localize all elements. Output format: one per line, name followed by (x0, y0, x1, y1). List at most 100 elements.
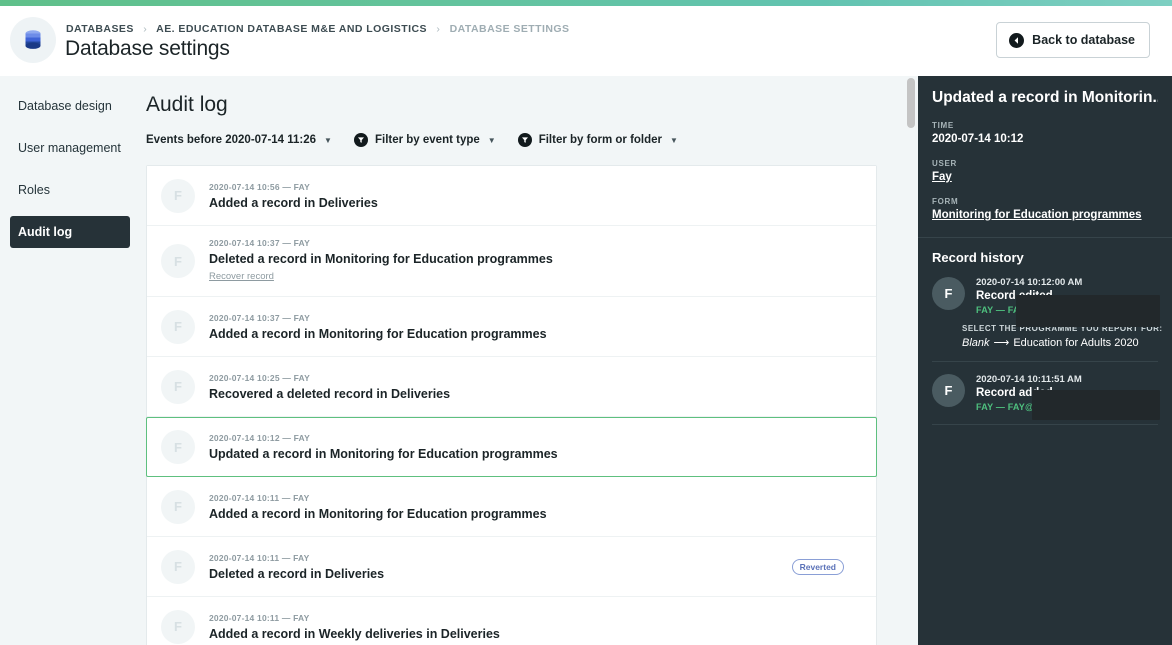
breadcrumb-item-current: DATABASE SETTINGS (449, 23, 570, 35)
sidebar-item-label: User management (18, 141, 121, 155)
back-arrow-icon (1009, 32, 1025, 48)
avatar: F (161, 369, 195, 404)
sidebar-item-database-design[interactable]: Database design (10, 90, 130, 122)
breadcrumb: DATABASES › AE. EDUCATION DATABASE M&E A… (66, 23, 570, 35)
row-event-title: Deleted a record in Deliveries (209, 566, 385, 581)
scrollbar-thumb[interactable] (907, 78, 915, 128)
row-event-title: Added a record in Monitoring for Educati… (209, 326, 547, 341)
avatar: F (161, 609, 195, 644)
avatar: F (161, 309, 195, 344)
field-label: FORM (932, 197, 959, 206)
avatar: F (932, 277, 965, 310)
filter-by-event-type-label: Filter by event type (374, 134, 480, 146)
history-divider (932, 361, 1158, 362)
audit-log-title: Audit log (146, 93, 228, 116)
filter-by-form-or-folder[interactable]: Filter by form or folder ▼ (517, 133, 678, 147)
page-title: Database settings (65, 37, 230, 60)
chevron-down-icon: ▼ (324, 135, 332, 145)
redaction-overlay (1032, 390, 1160, 420)
status-badge: Reverted (791, 558, 844, 575)
row-timestamp-user: 2020-07-14 10:37 — FAY (209, 238, 310, 248)
detail-field-user: USER Fay (932, 159, 1158, 183)
panel-divider (918, 237, 1172, 238)
detail-field-time: TIME 2020-07-14 10:12 (932, 121, 1158, 145)
filter-bar: Events before 2020-07-14 11:26 ▼ Filter … (146, 133, 918, 147)
row-event-title: Added a record in Weekly deliveries in D… (209, 626, 500, 641)
audit-log-content: Audit log Events before 2020-07-14 11:26… (140, 76, 918, 645)
breadcrumb-separator-icon: › (143, 23, 148, 35)
chevron-down-icon: ▼ (487, 135, 496, 145)
row-timestamp-user: 2020-07-14 10:11 — FAY (209, 492, 310, 503)
row-timestamp-user: 2020-07-14 10:11 — FAY (209, 612, 310, 623)
breadcrumb-separator-icon: › (436, 23, 441, 35)
settings-sidebar: Database design User management Roles Au… (0, 76, 140, 645)
avatar: F (161, 489, 195, 524)
breadcrumb-item-database[interactable]: AE. EDUCATION DATABASE M&E AND LOGISTICS (156, 23, 427, 35)
table-row[interactable]: F 2020-07-14 10:25 — FAY Recovered a del… (147, 357, 876, 417)
page-body: Database design User management Roles Au… (0, 76, 1172, 645)
row-timestamp-user: 2020-07-14 10:25 — FAY (209, 372, 310, 383)
field-value: 2020-07-14 10:12 (932, 133, 1024, 145)
avatar: F (932, 374, 965, 407)
form-link[interactable]: Monitoring for Education programmes (932, 209, 1158, 221)
audit-log-list: F 2020-07-14 10:56 — FAY Added a record … (146, 165, 877, 645)
history-change: SELECT THE PROGRAMME YOU REPORT FOR: Bla… (962, 324, 1172, 349)
funnel-icon (517, 133, 532, 147)
chevron-down-icon: ▼ (670, 135, 678, 145)
row-timestamp-user: 2020-07-14 10:12 — FAY (209, 433, 310, 443)
filter-by-form-or-folder-label: Filter by form or folder (538, 134, 663, 146)
database-badge (10, 17, 56, 63)
redaction-overlay (1016, 295, 1160, 327)
sidebar-item-audit-log[interactable]: Audit log (10, 216, 130, 248)
row-event-title: Added a record in Deliveries (209, 195, 378, 210)
filter-by-event-type[interactable]: Filter by event type ▼ (353, 133, 496, 147)
table-row[interactable]: F 2020-07-14 10:11 — FAY Added a record … (147, 597, 876, 645)
table-row[interactable]: F 2020-07-14 10:37 — FAY Added a record … (147, 297, 876, 357)
record-history-title: Record history (932, 250, 1024, 265)
avatar: F (161, 430, 195, 464)
table-row[interactable]: F 2020-07-14 10:11 — FAY Added a record … (147, 477, 876, 537)
change-field-value: Blank ⟶ Education for Adults 2020 (962, 336, 1172, 349)
event-detail-panel: Updated a record in Monitorin... TIME 20… (918, 76, 1172, 645)
row-timestamp-user: 2020-07-14 10:56 — FAY (209, 181, 310, 192)
detail-field-form: FORM Monitoring for Education programmes (932, 197, 1158, 221)
sidebar-item-user-management[interactable]: User management (10, 132, 130, 164)
change-new-value: Education for Adults 2020 (1013, 337, 1139, 349)
vertical-scrollbar[interactable] (904, 76, 918, 645)
history-timestamp: 2020-07-14 10:11:51 AM (976, 374, 1082, 385)
history-item: F 2020-07-14 10:11:51 AM Record added FA… (932, 374, 1160, 420)
breadcrumb-item-databases[interactable]: DATABASES (66, 23, 134, 35)
filter-events-before-label: Events before 2020-07-14 11:26 (146, 134, 317, 146)
row-event-title: Deleted a record in Monitoring for Educa… (209, 252, 553, 266)
filter-events-before[interactable]: Events before 2020-07-14 11:26 ▼ (146, 134, 332, 146)
table-row[interactable]: F 2020-07-14 10:11 — FAY Deleted a recor… (147, 537, 876, 597)
history-divider (932, 424, 1158, 425)
table-row-selected[interactable]: F 2020-07-14 10:12 — FAY Updated a recor… (146, 417, 877, 477)
row-timestamp-user: 2020-07-14 10:37 — FAY (209, 312, 310, 323)
table-row[interactable]: F 2020-07-14 10:37 — FAY Deleted a recor… (147, 226, 876, 297)
avatar: F (161, 244, 195, 278)
user-link[interactable]: Fay (932, 171, 1158, 183)
row-event-title: Added a record in Monitoring for Educati… (209, 506, 547, 521)
row-event-title: Updated a record in Monitoring for Educa… (209, 447, 558, 461)
recover-record-link[interactable]: Recover record (209, 271, 274, 282)
history-item: F 2020-07-14 10:12:00 AM Record edited F… (932, 277, 1160, 327)
page-header: DATABASES › AE. EDUCATION DATABASE M&E A… (0, 6, 1172, 76)
row-timestamp-user: 2020-07-14 10:11 — FAY (209, 552, 310, 563)
database-icon (25, 30, 41, 49)
avatar: F (161, 178, 195, 213)
avatar: F (161, 549, 195, 584)
sidebar-item-roles[interactable]: Roles (10, 174, 130, 206)
app-root: DATABASES › AE. EDUCATION DATABASE M&E A… (0, 0, 1172, 645)
field-label: USER (932, 159, 958, 168)
change-old-value: Blank (962, 337, 990, 349)
sidebar-item-label: Roles (18, 183, 50, 197)
back-to-database-button[interactable]: Back to database (996, 22, 1150, 58)
field-label: TIME (932, 121, 954, 130)
sidebar-item-label: Audit log (18, 225, 73, 239)
sidebar-item-label: Database design (18, 99, 112, 113)
table-row[interactable]: F 2020-07-14 10:56 — FAY Added a record … (147, 166, 876, 226)
funnel-icon (353, 133, 368, 147)
row-event-title: Recovered a deleted record in Deliveries (209, 386, 451, 401)
arrow-icon: ⟶ (993, 337, 1010, 349)
